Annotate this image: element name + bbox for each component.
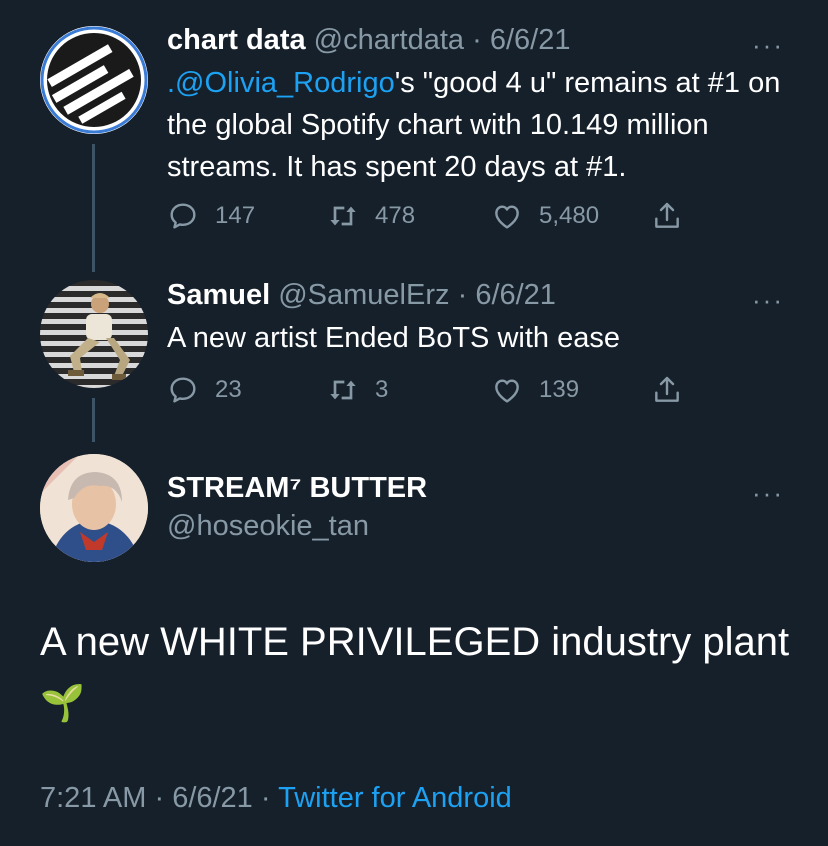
author-handle[interactable]: @hoseokie_tan [167, 510, 369, 542]
more-options-icon[interactable]: ··· [752, 287, 784, 313]
reply-icon [170, 377, 196, 403]
tweet-actions: 23 3 139 [167, 374, 707, 414]
reply-icon [170, 203, 196, 229]
separator: · [457, 279, 468, 311]
retweet-count: 3 [375, 376, 389, 403]
like-button[interactable]: 5,480 [491, 200, 599, 232]
author-name[interactable]: STREAM⁷ BUTTER [167, 472, 427, 504]
tweet-header: chart data @chartdata · 6/6/21 [167, 24, 570, 57]
tweet-header: STREAM⁷ BUTTER [167, 472, 427, 505]
avatar-hoseokie[interactable] [40, 454, 148, 562]
author-name[interactable]: Samuel [167, 279, 270, 311]
tweet-header: Samuel @SamuelErz · 6/6/21 [167, 279, 556, 312]
thread-line [92, 144, 95, 272]
like-icon [495, 205, 519, 229]
retweet-icon [330, 380, 356, 400]
separator: · [252, 782, 279, 814]
reply-count: 147 [215, 202, 256, 229]
retweet-icon [330, 206, 356, 226]
tweet-date[interactable]: 6/6/21 [475, 279, 556, 311]
share-button[interactable] [651, 200, 699, 232]
tweet-text: A new artist Ended BoTS with ease [167, 317, 787, 359]
main-tweet-text-content: A new WHITE PRIVILEGED industry plant [40, 620, 790, 664]
share-icon [655, 376, 679, 402]
retweet-button[interactable]: 3 [327, 374, 388, 406]
retweet-button[interactable]: 478 [327, 200, 415, 232]
mention-link[interactable]: .@Olivia_Rodrigo [167, 67, 395, 99]
author-handle[interactable]: @SamuelErz [278, 279, 449, 311]
avatar-chartdata[interactable] [40, 26, 148, 134]
tweet-date[interactable]: 6/6/21 [172, 782, 253, 814]
author-handle-row: @hoseokie_tan [167, 510, 369, 543]
thread-line [92, 398, 95, 442]
reply-count: 23 [215, 376, 242, 403]
avatar-samuel[interactable] [40, 280, 148, 388]
tweet-date[interactable]: 6/6/21 [490, 24, 571, 56]
reply-button[interactable]: 147 [167, 200, 255, 232]
tweet-meta: 7:21 AM · 6/6/21 · Twitter for Android [40, 782, 512, 815]
sprout-emoji: 🌱 [40, 682, 85, 723]
main-tweet-text: A new WHITE PRIVILEGED industry plant 🌱 [40, 612, 800, 733]
separator: · [146, 782, 173, 814]
tweet-text-content: A new artist Ended BoTS with ease [167, 322, 620, 354]
like-count: 5,480 [539, 202, 600, 229]
person-photo [40, 454, 148, 562]
retweet-count: 478 [375, 202, 416, 229]
person-photo [68, 293, 130, 380]
tweet-text: .@Olivia_Rodrigo's "good 4 u" remains at… [167, 62, 787, 188]
like-icon [495, 379, 519, 403]
author-handle[interactable]: @chartdata [314, 24, 464, 56]
more-options-icon[interactable]: ··· [752, 32, 784, 58]
like-button[interactable]: 139 [491, 374, 579, 406]
tweet-source-link[interactable]: Twitter for Android [278, 782, 512, 814]
share-button[interactable] [651, 374, 699, 406]
reply-button[interactable]: 23 [167, 374, 242, 406]
tweet-actions: 147 478 5,480 [167, 200, 707, 240]
author-name[interactable]: chart data [167, 24, 306, 56]
tweet-time[interactable]: 7:21 AM [40, 782, 146, 814]
share-icon [655, 202, 679, 228]
like-count: 139 [539, 376, 580, 403]
more-options-icon[interactable]: ··· [752, 480, 784, 506]
chartdata-logo [40, 26, 148, 134]
separator: · [472, 24, 482, 56]
